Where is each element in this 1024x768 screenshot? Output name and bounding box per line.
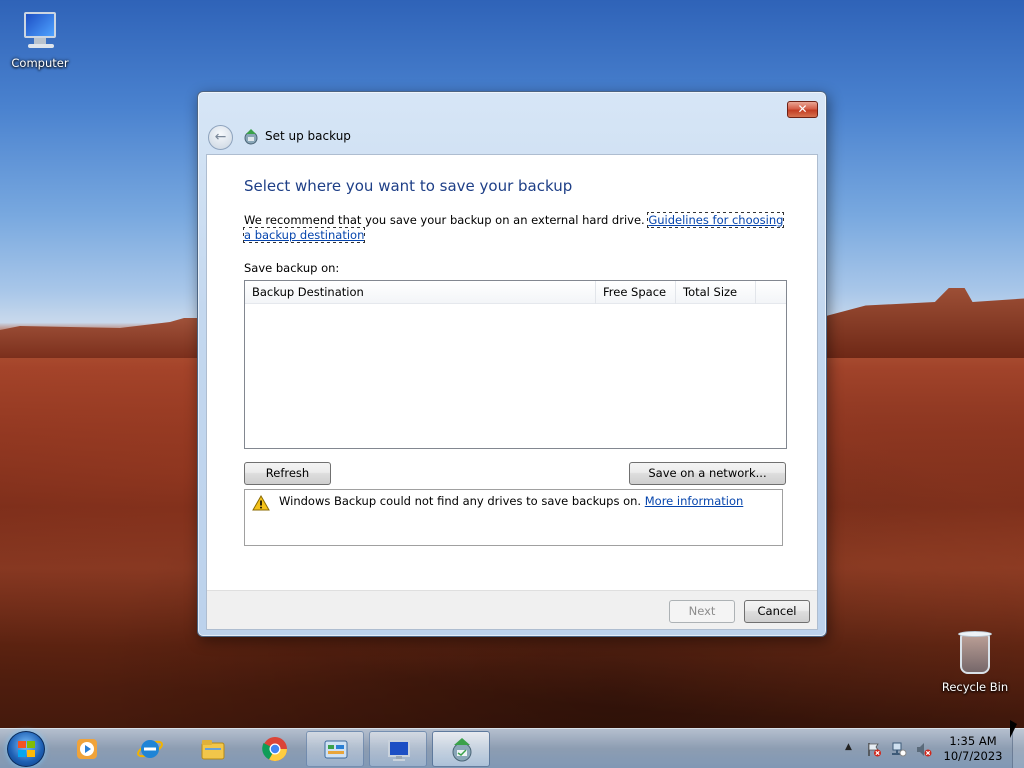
warning-message: Windows Backup could not find any drives…	[279, 494, 743, 508]
cancel-button[interactable]: Cancel	[744, 600, 810, 623]
start-button[interactable]	[7, 731, 45, 767]
content-pane: Select where you want to save your backu…	[206, 154, 818, 630]
column-header-backup-destination[interactable]: Backup Destination	[245, 281, 596, 304]
wallpaper-mesa-right	[826, 288, 1024, 358]
desktop-icon-label: Recycle Bin	[941, 680, 1009, 694]
window-title: Set up backup	[265, 129, 351, 143]
save-on-network-button[interactable]: Save on a network...	[629, 462, 786, 485]
taskbar-chrome[interactable]	[246, 731, 304, 767]
warning-text: Windows Backup could not find any drives…	[279, 494, 642, 508]
control-panel-icon	[324, 740, 348, 759]
taskbar-remote-desktop[interactable]	[369, 731, 427, 767]
taskbar-backup-and-restore[interactable]	[432, 731, 490, 767]
next-button[interactable]: Next	[669, 600, 735, 623]
recommendation-text: We recommend that you save your backup o…	[242, 212, 789, 243]
save-backup-on-label: Save backup on:	[244, 261, 340, 275]
list-header: Backup Destination Free Space Total Size	[245, 281, 786, 304]
desktop-icon-computer[interactable]: Computer	[0, 8, 80, 70]
desktop-icon-recycle-bin[interactable]: Recycle Bin	[935, 630, 1015, 694]
back-button[interactable]: ←	[208, 125, 233, 150]
back-arrow-icon: ←	[214, 129, 227, 145]
backup-icon	[244, 129, 258, 145]
desktop-icon-label: Computer	[11, 56, 69, 70]
column-header-free-space[interactable]: Free Space	[596, 281, 676, 304]
system-clock[interactable]: 1:35 AM 10/7/2023	[938, 734, 1008, 764]
internet-explorer-icon	[137, 740, 163, 758]
show-hidden-icons-button[interactable]: ▲	[845, 742, 852, 752]
setup-backup-window: ✕ ← Set up backup Select where you want …	[197, 91, 827, 637]
taskbar-windows-explorer[interactable]	[184, 731, 242, 767]
warning-box: Windows Backup could not find any drives…	[244, 489, 783, 546]
taskbar-media-player[interactable]	[58, 731, 116, 767]
windows-logo-icon	[18, 741, 36, 758]
more-information-link[interactable]: More information	[645, 494, 744, 508]
button-bar: Next Cancel	[207, 590, 817, 629]
clock-time: 1:35 AM	[949, 734, 997, 748]
refresh-button[interactable]: Refresh	[244, 462, 331, 485]
wallpaper-mesa-left	[0, 318, 200, 358]
close-icon: ✕	[797, 102, 808, 116]
network-icon[interactable]	[891, 742, 907, 757]
volume-muted-icon[interactable]	[916, 742, 932, 757]
clock-date: 10/7/2023	[943, 749, 1003, 763]
remote-desktop-icon	[388, 740, 410, 761]
windows-media-player-icon	[77, 739, 97, 759]
chrome-icon	[262, 737, 287, 762]
taskbar-internet-explorer[interactable]	[121, 731, 179, 767]
backup-and-restore-icon	[452, 738, 472, 762]
mouse-cursor-icon	[1010, 720, 1017, 738]
recycle-bin-icon	[956, 630, 994, 676]
recommendation-label: We recommend that you save your backup o…	[244, 213, 645, 227]
taskbar-control-panel[interactable]	[306, 731, 364, 767]
page-heading: Select where you want to save your backu…	[244, 177, 573, 195]
taskbar: ▲ 1:35 AM 10/7/2023	[0, 728, 1024, 768]
backup-destination-list[interactable]: Backup Destination Free Space Total Size	[244, 280, 787, 449]
warning-icon	[252, 495, 270, 511]
windows-explorer-icon	[201, 740, 225, 760]
computer-icon	[18, 8, 62, 52]
column-header-total-size[interactable]: Total Size	[676, 281, 756, 304]
close-button[interactable]: ✕	[787, 101, 818, 118]
action-center-flag-icon[interactable]	[866, 742, 882, 757]
